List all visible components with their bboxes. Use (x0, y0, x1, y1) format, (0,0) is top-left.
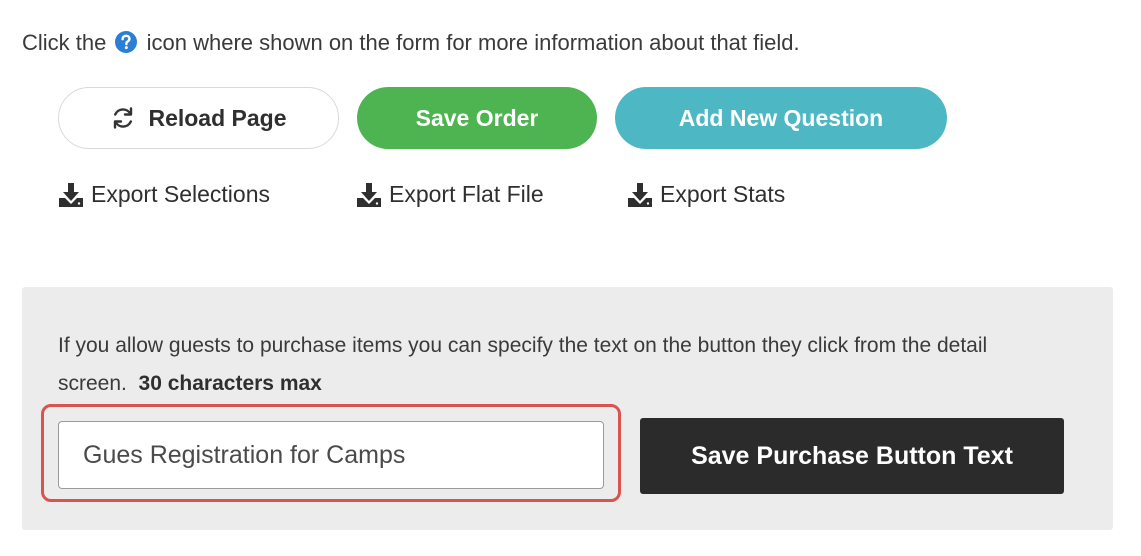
guest-purchase-panel: If you allow guests to purchase items yo… (22, 287, 1113, 530)
save-purchase-button-text-button[interactable]: Save Purchase Button Text (640, 418, 1064, 494)
character-limit-note: 30 characters max (138, 372, 322, 395)
export-stats-label: Export Stats (660, 181, 786, 207)
guest-purchase-description: If you allow guests to purchase items yo… (58, 327, 1058, 403)
reload-page-button[interactable]: Reload Page (58, 87, 339, 149)
download-icon (628, 182, 652, 207)
refresh-icon (114, 107, 133, 129)
export-selections-link[interactable]: Export Selections (58, 181, 270, 208)
add-new-question-button[interactable]: Add New Question (615, 87, 947, 149)
export-flat-file-link[interactable]: Export Flat File (356, 181, 544, 208)
download-icon (357, 182, 381, 207)
export-selections-label: Export Selections (91, 181, 270, 207)
export-stats-link[interactable]: Export Stats (627, 181, 785, 208)
reload-page-label: Reload Page (148, 104, 287, 131)
download-icon (59, 182, 83, 207)
export-flat-file-label: Export Flat File (389, 181, 544, 207)
help-prefix: Click the (22, 30, 107, 55)
help-instructions: Click the icon where shown on the form f… (22, 28, 800, 58)
save-order-button[interactable]: Save Order (357, 87, 597, 149)
purchase-button-text-input[interactable] (58, 421, 604, 489)
question-circle-icon (114, 30, 138, 54)
page: Click the icon where shown on the form f… (0, 0, 1141, 556)
help-suffix: icon where shown on the form for more in… (146, 30, 800, 55)
